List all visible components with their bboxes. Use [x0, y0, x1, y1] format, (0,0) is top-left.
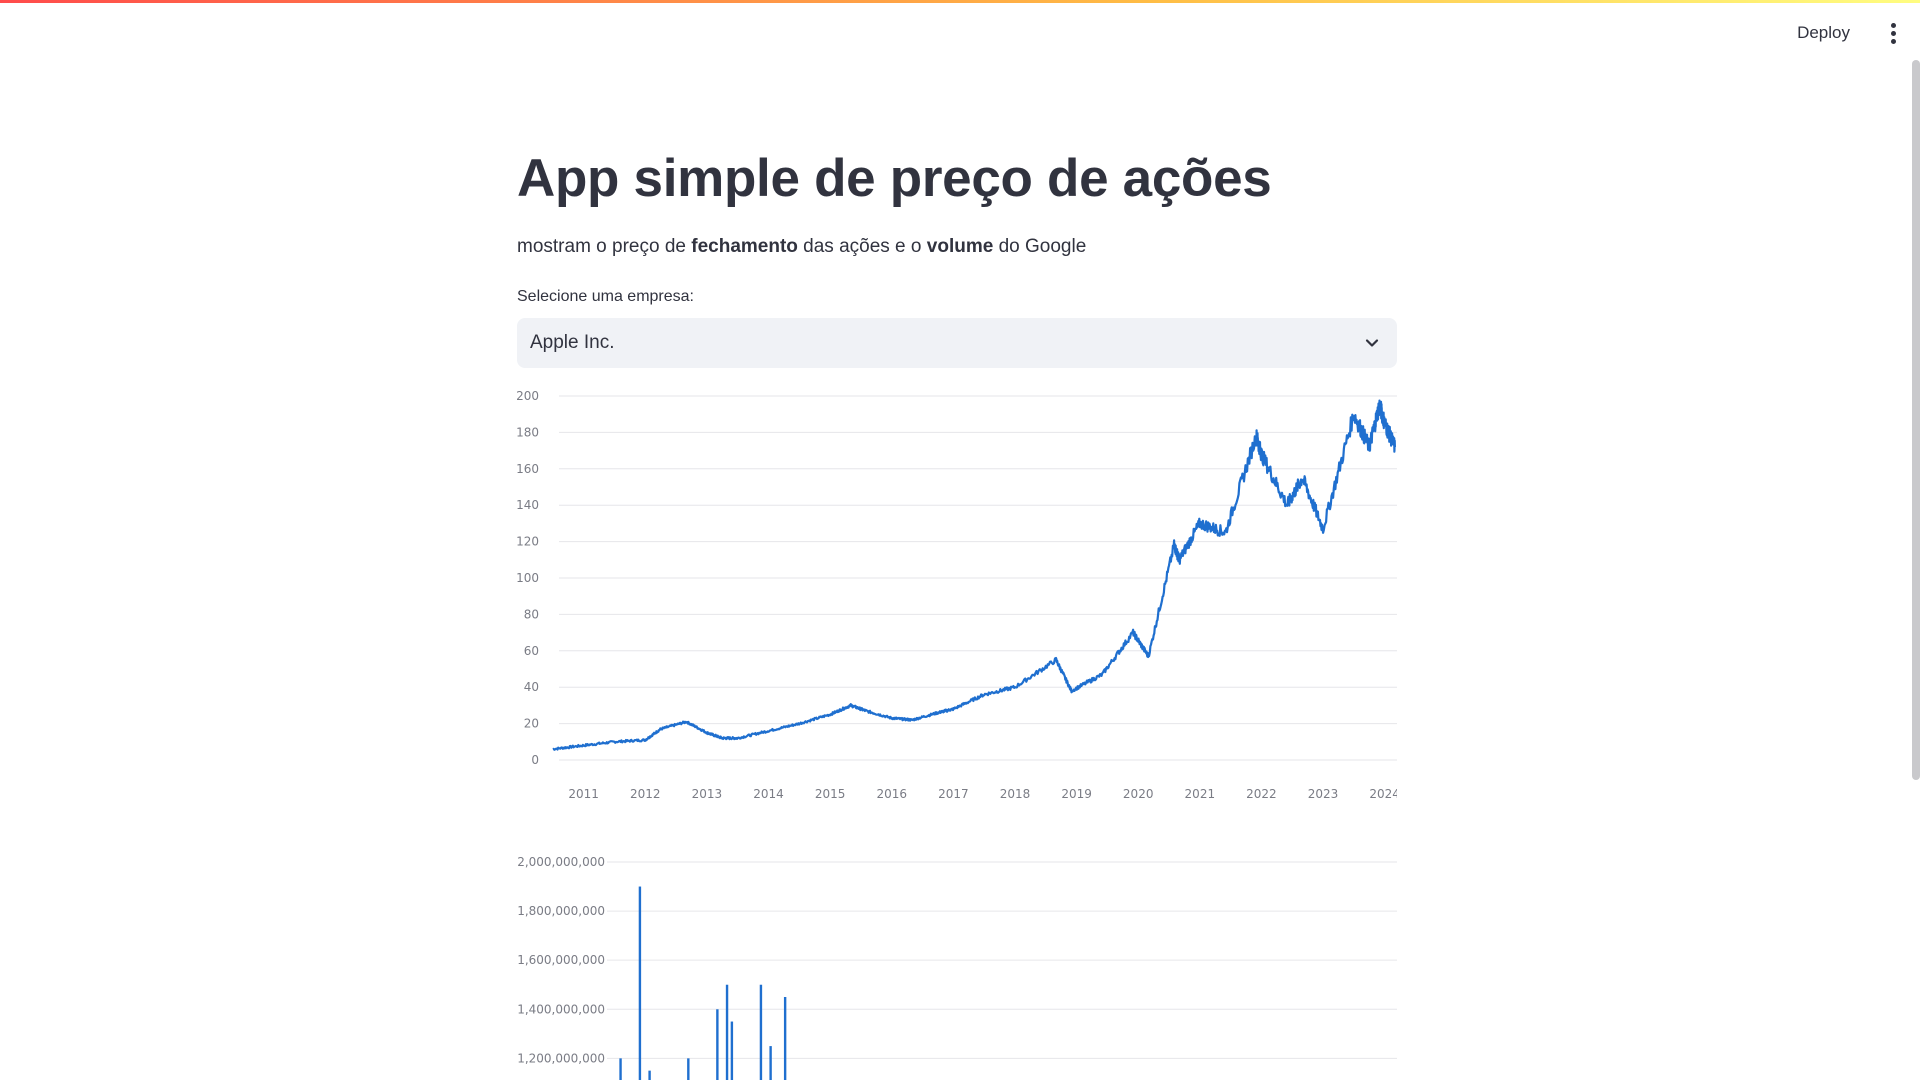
x-tick-label: 2017	[938, 787, 969, 801]
x-tick-label: 2022	[1246, 787, 1277, 801]
x-tick-label: 2023	[1308, 787, 1339, 801]
volume-bar	[648, 1070, 651, 1080]
volume-bar	[759, 984, 763, 1080]
y-tick-label: 140	[517, 498, 539, 512]
close-price-line	[552, 399, 1396, 751]
volume-chart: 1,000,000,0001,200,000,0001,400,000,0001…	[517, 855, 1397, 1080]
x-tick-label: 2013	[692, 787, 723, 801]
y-tick-label: 80	[524, 607, 539, 621]
scrollbar[interactable]	[1912, 60, 1920, 780]
page-subtitle: mostram o preço de fechamento das ações …	[517, 236, 1086, 258]
x-tick-label: 2015	[815, 787, 846, 801]
x-tick-label: 2018	[1000, 787, 1031, 801]
y-tick-label: 160	[517, 462, 539, 476]
x-tick-label: 2014	[753, 787, 784, 801]
volume-bar	[725, 984, 729, 1080]
volume-bar	[783, 997, 787, 1080]
volume-bar	[619, 1058, 622, 1080]
y-tick-label: 1,400,000,000	[517, 1002, 605, 1016]
company-select[interactable]: Apple Inc.	[517, 318, 1397, 368]
subtitle-text: do Google	[993, 236, 1087, 257]
y-tick-label: 60	[524, 644, 539, 658]
y-tick-label: 120	[517, 535, 539, 549]
y-tick-label: 1,600,000,000	[517, 953, 605, 967]
volume-bar	[730, 1021, 734, 1080]
chevron-down-icon	[1365, 339, 1379, 347]
x-tick-label: 2012	[630, 787, 661, 801]
y-tick-label: 0	[531, 753, 539, 767]
y-tick-label: 100	[517, 571, 539, 585]
volume-bar	[638, 886, 642, 1080]
app-header: Deploy	[0, 3, 1920, 60]
x-tick-label: 2024	[1369, 787, 1397, 801]
y-tick-label: 1,800,000,000	[517, 904, 605, 918]
deploy-button[interactable]: Deploy	[1789, 17, 1858, 49]
y-tick-label: 180	[517, 425, 539, 439]
page-title: App simple de preço de ações	[517, 149, 1272, 208]
x-tick-label: 2016	[876, 787, 907, 801]
company-select-value: Apple Inc.	[530, 332, 615, 353]
y-tick-label: 1,200,000,000	[517, 1051, 605, 1065]
company-select-label: Selecione uma empresa:	[517, 288, 694, 305]
x-tick-label: 2021	[1185, 787, 1216, 801]
volume-bar	[769, 1046, 772, 1080]
subtitle-text: das ações e o	[797, 236, 927, 257]
x-tick-label: 2011	[568, 787, 599, 801]
vertical-ellipsis-icon[interactable]	[1882, 19, 1904, 47]
subtitle-text: mostram o preço de	[517, 236, 692, 257]
y-tick-label: 40	[524, 680, 539, 694]
x-tick-label: 2020	[1123, 787, 1154, 801]
subtitle-bold-closing: fechamento	[691, 236, 798, 257]
close-price-chart: 0 20 40 60 80 100 120 140 160 180 200 2011 2012 2013 2…	[517, 389, 1397, 801]
y-tick-label: 2,000,000,000	[517, 855, 605, 869]
volume-bar	[716, 1009, 719, 1080]
y-tick-label: 20	[524, 717, 539, 731]
volume-bar	[687, 1058, 690, 1080]
subtitle-bold-volume: volume	[926, 236, 994, 257]
y-tick-label: 200	[517, 389, 539, 403]
x-tick-label: 2019	[1061, 787, 1092, 801]
